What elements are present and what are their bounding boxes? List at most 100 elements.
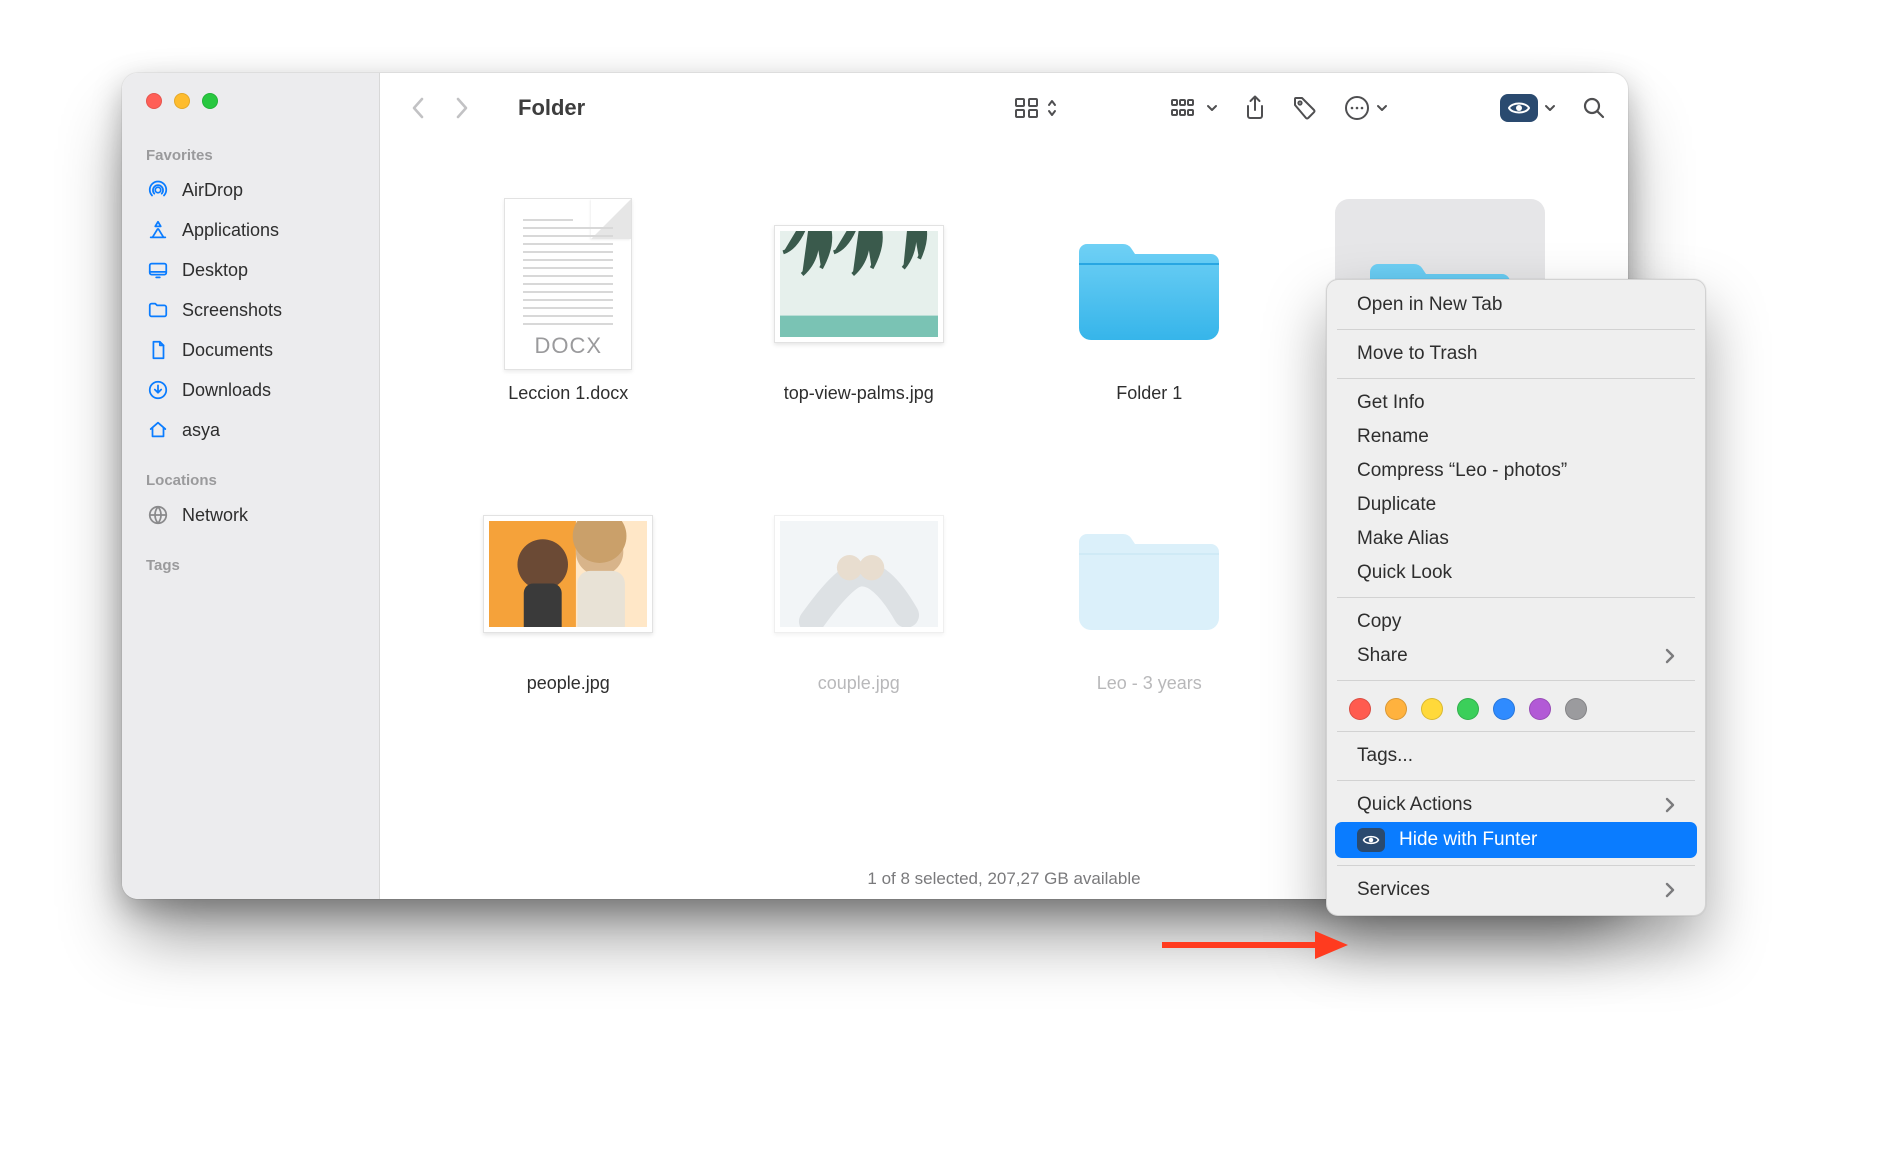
context-menu-label: Quick Look: [1357, 562, 1452, 584]
context-menu-item[interactable]: Get Info: [1335, 386, 1697, 420]
context-menu-tag-colors: [1327, 688, 1705, 724]
tag-color-swatch[interactable]: [1493, 698, 1515, 720]
chevron-right-icon: [1664, 797, 1675, 813]
chevron-updown-icon: [1046, 97, 1058, 119]
tags-button[interactable]: [1292, 95, 1318, 121]
context-menu-label: Duplicate: [1357, 494, 1436, 516]
file-item[interactable]: DOCX Leccion 1.docx: [448, 199, 688, 406]
chevron-right-icon: [1664, 648, 1675, 664]
sidebar-item-label: AirDrop: [182, 180, 243, 201]
tag-color-swatch[interactable]: [1529, 698, 1551, 720]
context-menu: Open in New Tab Move to Trash Get Info Rena…: [1326, 279, 1706, 916]
chevron-down-icon: [1544, 102, 1556, 114]
sidebar-item-label: Applications: [182, 220, 279, 241]
sidebar-item-screenshots[interactable]: Screenshots: [122, 290, 379, 330]
sidebar-item-label: Downloads: [182, 380, 271, 401]
file-label: Folder 1: [1106, 381, 1192, 406]
context-menu-item[interactable]: Quick Actions: [1335, 788, 1697, 822]
home-icon: [146, 418, 170, 442]
sidebar-item-desktop[interactable]: Desktop: [122, 250, 379, 290]
context-menu-label: Move to Trash: [1357, 343, 1477, 365]
folder-icon: [146, 298, 170, 322]
context-menu-label: Make Alias: [1357, 528, 1449, 550]
file-item[interactable]: Leo - 3 years: [1029, 489, 1269, 696]
search-button[interactable]: [1582, 96, 1606, 120]
document-icon: [146, 338, 170, 362]
view-mode-button[interactable]: [1014, 97, 1058, 119]
download-icon: [146, 378, 170, 402]
context-menu-item[interactable]: Duplicate: [1335, 488, 1697, 522]
eye-icon: [1500, 94, 1538, 122]
context-menu-label: Get Info: [1357, 392, 1425, 414]
tag-color-swatch[interactable]: [1349, 698, 1371, 720]
sidebar-section-title: Locations: [122, 472, 379, 495]
context-menu-item[interactable]: Tags...: [1335, 739, 1697, 773]
tag-color-swatch[interactable]: [1421, 698, 1443, 720]
sidebar-section-title: Favorites: [122, 147, 379, 170]
close-window-button[interactable]: [146, 93, 162, 109]
file-item[interactable]: couple.jpg: [739, 489, 979, 696]
minimize-window-button[interactable]: [174, 93, 190, 109]
context-menu-label: Copy: [1357, 611, 1401, 633]
context-menu-item[interactable]: Share: [1335, 639, 1697, 673]
apps-icon: [146, 218, 170, 242]
sidebar-item-network[interactable]: Network: [122, 495, 379, 535]
file-label: Leo - 3 years: [1087, 671, 1212, 696]
zoom-window-button[interactable]: [202, 93, 218, 109]
context-menu-item[interactable]: Compress “Leo - photos”: [1335, 454, 1697, 488]
tag-color-swatch[interactable]: [1457, 698, 1479, 720]
sidebar-item-airdrop[interactable]: AirDrop: [122, 170, 379, 210]
sidebar-item-label: asya: [182, 420, 220, 441]
chevron-down-icon: [1206, 102, 1218, 114]
file-label: people.jpg: [517, 671, 620, 696]
share-button[interactable]: [1244, 95, 1266, 121]
context-menu-item[interactable]: Make Alias: [1335, 522, 1697, 556]
forward-button[interactable]: [454, 96, 470, 120]
context-menu-label: Quick Actions: [1357, 794, 1472, 816]
funter-toolbar-button[interactable]: [1500, 94, 1556, 122]
annotation-arrow: [1160, 925, 1350, 965]
file-label: Leccion 1.docx: [498, 381, 638, 406]
group-by-button[interactable]: [1170, 97, 1218, 119]
context-menu-item[interactable]: Quick Look: [1335, 556, 1697, 590]
file-label: top-view-palms.jpg: [774, 381, 944, 406]
sidebar-item-asya[interactable]: asya: [122, 410, 379, 450]
context-menu-label: Open in New Tab: [1357, 294, 1502, 316]
file-item[interactable]: top-view-palms.jpg: [739, 199, 979, 406]
context-menu-item[interactable]: Hide with Funter: [1335, 822, 1697, 858]
tag-color-swatch[interactable]: [1565, 698, 1587, 720]
sidebar-section-title: Tags: [122, 557, 379, 580]
sidebar-item-label: Screenshots: [182, 300, 282, 321]
context-menu-label: Rename: [1357, 426, 1429, 448]
context-menu-label: Hide with Funter: [1399, 829, 1537, 851]
file-item[interactable]: people.jpg: [448, 489, 688, 696]
airdrop-icon: [146, 178, 170, 202]
context-menu-label: Tags...: [1357, 745, 1413, 767]
sidebar-item-downloads[interactable]: Downloads: [122, 370, 379, 410]
file-item[interactable]: Folder 1: [1029, 199, 1269, 406]
context-menu-item[interactable]: Services: [1335, 873, 1697, 907]
docx-icon: DOCX: [504, 198, 632, 370]
context-menu-item[interactable]: Rename: [1335, 420, 1697, 454]
more-actions-button[interactable]: [1344, 95, 1388, 121]
context-menu-item[interactable]: Move to Trash: [1335, 337, 1697, 371]
tag-color-swatch[interactable]: [1385, 698, 1407, 720]
sidebar-item-documents[interactable]: Documents: [122, 330, 379, 370]
sidebar-item-label: Documents: [182, 340, 273, 361]
context-menu-item[interactable]: Open in New Tab: [1335, 288, 1697, 322]
sidebar-item-applications[interactable]: Applications: [122, 210, 379, 250]
sidebar: Favorites AirDrop Applications Desktop Scree…: [122, 73, 380, 899]
back-button[interactable]: [410, 96, 426, 120]
context-menu-item[interactable]: Copy: [1335, 605, 1697, 639]
chevron-down-icon: [1376, 102, 1388, 114]
globe-icon: [146, 503, 170, 527]
eye-icon: [1357, 828, 1385, 852]
sidebar-item-label: Desktop: [182, 260, 248, 281]
context-menu-label: Services: [1357, 879, 1430, 901]
folder-title: Folder: [518, 95, 585, 121]
chevron-right-icon: [1664, 882, 1675, 898]
sidebar-item-label: Network: [182, 505, 248, 526]
context-menu-label: Share: [1357, 645, 1408, 667]
window-controls: [122, 93, 379, 109]
toolbar: Folder: [380, 73, 1628, 143]
